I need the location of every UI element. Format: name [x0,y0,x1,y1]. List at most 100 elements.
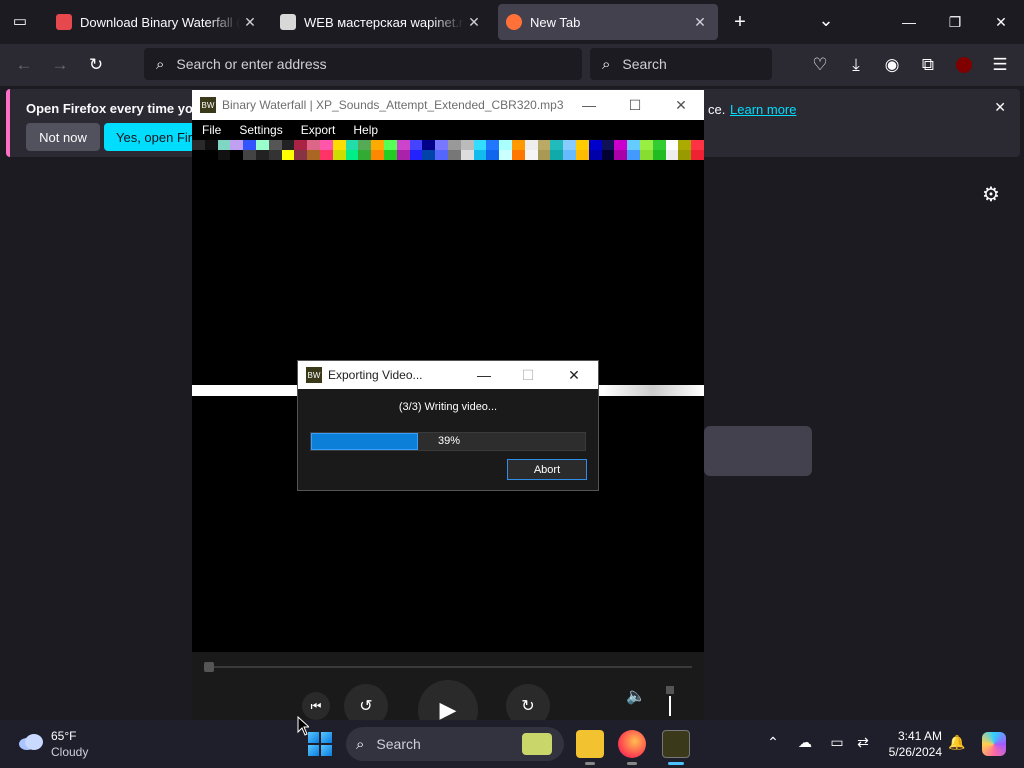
notification-close-icon[interactable]: ✕ [994,99,1006,116]
volume-slider-track[interactable] [669,696,671,716]
app-maximize-button[interactable]: ☐ [612,90,658,120]
taskbar-search-box[interactable]: ⌕ Search [346,727,564,761]
exporting-video-dialog: BW Exporting Video... — ☐ ✕ (3/3) Writin… [297,360,599,491]
dialog-minimize-button[interactable]: — [462,361,506,389]
dialog-titlebar[interactable]: BW Exporting Video... — ☐ ✕ [298,361,598,389]
pocket-icon[interactable]: ♡ [808,54,832,76]
start-windows-icon[interactable] [308,732,332,756]
tab-new-tab[interactable]: New Tab ✕ [498,4,718,40]
tab-close-icon[interactable]: ✕ [464,14,484,31]
playback-controls: ⏮ ↺ ▶ ↻ 🔈 [192,652,704,740]
new-tab-button[interactable]: + [728,10,752,34]
clock-date[interactable]: 5/26/2024 [880,745,942,759]
abort-button[interactable]: Abort [507,459,587,480]
weather-temperature[interactable]: 65°F [51,729,76,743]
menu-hamburger-icon[interactable]: ☰ [988,54,1012,76]
firefox-icon[interactable] [618,730,646,758]
account-icon[interactable]: ◉ [880,54,904,76]
tab-download-binary-waterfall[interactable]: Download Binary Waterfall (Wi ✕ [48,4,268,40]
waterfall-pixel [614,150,628,160]
notification-bell-icon[interactable]: 🔔 [948,734,966,751]
waterfall-pixel [537,150,551,160]
newtab-settings-gear-icon[interactable]: ⚙ [982,182,1000,207]
firefox-view-icon[interactable]: ▭ [10,12,30,32]
menu-help[interactable]: Help [343,120,386,140]
binary-waterfall-taskbar-icon[interactable] [662,730,690,758]
forward-arrow-icon[interactable]: → [48,54,72,76]
waterfall-pixel [473,150,487,160]
newtab-search-box[interactable] [704,426,812,476]
waterfall-pixel [640,140,653,150]
menu-file[interactable]: File [192,120,229,140]
waterfall-pixel [563,150,577,160]
menu-settings[interactable]: Settings [229,120,290,140]
waterfall-pixel [448,150,461,160]
copilot-icon[interactable] [982,732,1006,756]
navigation-toolbar: ← → ↻ ⌕ Search or enter address ⌕ Search… [0,44,1024,86]
onedrive-icon[interactable]: ☁ [796,734,814,751]
tab-wapinet[interactable]: WEB мастерская wapinet.ru - ✕ [272,4,492,40]
waterfall-pixel [652,140,666,150]
network-icon[interactable]: ⇄ [854,734,872,751]
export-progress-bar: 39% [310,432,586,451]
waterfall-pixel [614,140,628,150]
downloads-icon[interactable]: ⤓ [844,54,868,76]
waterfall-pixel [384,140,397,150]
tab-title: New Tab [530,14,581,30]
reload-icon[interactable]: ↻ [84,54,108,76]
waterfall-pixel [524,150,538,160]
speaker-icon[interactable]: 🔈 [626,686,646,706]
waterfall-pixel [268,140,282,150]
dialog-close-button[interactable]: ✕ [552,361,596,389]
search-icon: ⌕ [356,735,365,753]
app-close-button[interactable]: ✕ [658,90,704,120]
window-minimize-button[interactable]: — [886,0,932,44]
waterfall-pixel [601,140,615,150]
search-bar-placeholder: Search [622,56,667,72]
search-bar[interactable]: ⌕ Search [590,48,772,80]
waterfall-pixel [499,150,513,160]
waterfall-pixel [691,150,705,160]
app-titlebar[interactable]: BW Binary Waterfall | XP_Sounds_Attempt_… [192,90,704,120]
show-hidden-icons-chevron-icon[interactable]: ⌃ [764,734,782,751]
waterfall-pixel [320,140,333,150]
app-menubar: File Settings Export Help [192,120,704,140]
seek-bar[interactable] [208,666,692,668]
cloudy-weather-icon[interactable] [18,733,44,751]
menu-export[interactable]: Export [291,120,344,140]
tab-close-icon[interactable]: ✕ [240,14,260,31]
extensions-icon[interactable]: ⧉ [916,54,940,76]
notification-message-tail: ce. [708,102,726,117]
waterfall-pixel [499,140,513,150]
site-favicon-icon [56,14,72,30]
waterfall-pixel [358,140,372,150]
learn-more-link[interactable]: Learn more [730,102,796,117]
not-now-button[interactable]: Not now [26,123,100,151]
waterfall-pixel [640,150,653,160]
waterfall-pixel [627,150,641,160]
waterfall-pixel [512,150,525,160]
waterfall-pixel [384,150,397,160]
ublock-origin-icon[interactable] [952,54,976,76]
waterfall-pixel [435,140,449,150]
volume-slider-handle[interactable] [666,686,674,694]
back-arrow-icon[interactable]: ← [12,54,36,76]
waterfall-pixel [678,140,692,150]
waterfall-pixel [256,150,269,160]
tab-close-icon[interactable]: ✕ [690,14,710,31]
waterfall-pixel [486,140,500,150]
window-restore-button[interactable]: ❐ [932,0,978,44]
list-all-tabs-button[interactable]: ⌄ [814,8,838,32]
file-explorer-icon[interactable] [576,730,604,758]
waterfall-pixel [563,140,577,150]
app-minimize-button[interactable]: — [566,90,612,120]
clock-time[interactable]: 3:41 AM [886,729,942,743]
url-bar[interactable]: ⌕ Search or enter address [144,48,582,80]
window-close-button[interactable]: ✕ [978,0,1024,44]
weather-description[interactable]: Cloudy [51,745,88,759]
seek-handle[interactable] [204,662,214,672]
display-icon[interactable]: ▭ [828,734,846,751]
waterfall-pixel [601,150,615,160]
site-favicon-icon [280,14,296,30]
file-explorer-running-indicator [585,762,595,765]
